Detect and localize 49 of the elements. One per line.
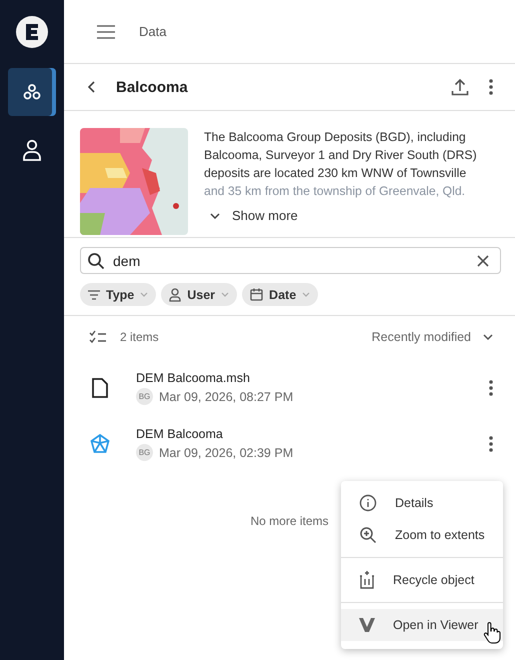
- filter-chip[interactable]: Type: [80, 283, 156, 306]
- menu-item[interactable]: Details: [341, 487, 503, 519]
- menu-item[interactable]: Open in Viewer: [341, 609, 503, 641]
- user-avatar: BG: [136, 444, 153, 461]
- filter-chip[interactable]: User: [161, 283, 238, 306]
- more-icon[interactable]: [489, 79, 493, 95]
- item-count: 2 items: [120, 330, 159, 344]
- menu-item[interactable]: Zoom to extents: [341, 519, 503, 551]
- file-icon: [89, 378, 111, 398]
- cubes-nav-icon[interactable]: [8, 68, 56, 116]
- chevron-down-icon: [140, 292, 148, 297]
- chevron-down-icon: [221, 292, 230, 297]
- search-icon: [87, 252, 105, 270]
- sort-dropdown[interactable]: Recently modified: [372, 330, 493, 344]
- more-icon[interactable]: [489, 436, 493, 452]
- dataset-title: Balcooma: [116, 78, 188, 96]
- item-name[interactable]: DEM Balcooma: [136, 427, 294, 441]
- info-icon: [359, 494, 377, 512]
- description-line: Balcooma, Surveyor 1 and Dry River South (DRS): [204, 147, 477, 164]
- description-line: deposits are located 230 km WNW of Townsville: [204, 165, 468, 182]
- back-icon[interactable]: [88, 81, 96, 93]
- chevron-down-icon: [483, 334, 493, 340]
- search-field[interactable]: dem: [80, 247, 501, 274]
- chevron-down-icon: [302, 292, 310, 297]
- description-line: and 35 km from the township of Greenvale, Qld.: [204, 183, 466, 200]
- filter-icon: [88, 290, 100, 300]
- item-name[interactable]: DEM Balcooma.msh: [136, 371, 294, 385]
- page-title: Data: [139, 24, 166, 39]
- chevron-down-icon: [210, 212, 220, 218]
- filter-chip[interactable]: Date: [242, 283, 318, 306]
- item-date: Mar 09, 2026, 08:27 PM: [159, 390, 294, 404]
- clear-icon[interactable]: [477, 255, 489, 267]
- menu-icon[interactable]: [97, 24, 115, 38]
- user-icon: [169, 288, 182, 302]
- show-more-button[interactable]: Show more: [204, 208, 298, 223]
- logo-icon: [16, 16, 48, 48]
- v-logo-icon: [359, 618, 375, 632]
- end-of-list-note: No more items: [250, 514, 329, 528]
- more-icon[interactable]: [489, 380, 493, 396]
- description-line: The Balcooma Group Deposits (BGD), including: [204, 129, 467, 146]
- user-avatar: BG: [136, 388, 153, 405]
- menu-item[interactable]: Recycle object: [341, 564, 503, 596]
- zoom-in-icon: [359, 526, 377, 544]
- item-date: Mar 09, 2026, 02:39 PM: [159, 446, 294, 460]
- recycle-bin-icon: [359, 570, 375, 590]
- checklist-icon[interactable]: [89, 330, 106, 344]
- mesh-icon: [89, 434, 111, 454]
- upload-icon[interactable]: [451, 78, 469, 96]
- calendar-icon: [250, 288, 264, 301]
